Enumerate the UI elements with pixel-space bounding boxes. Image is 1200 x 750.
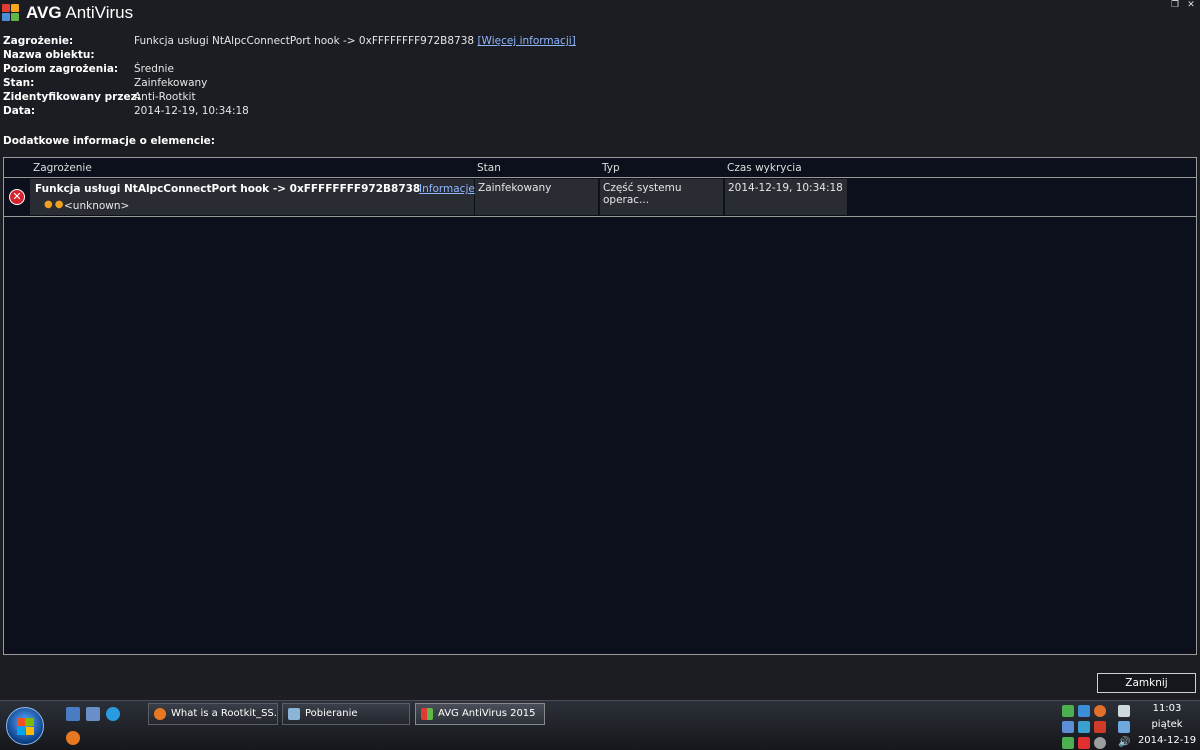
error-icon: ✕: [9, 189, 25, 205]
title-bar: AVG AntiVirus ❐ ✕: [0, 0, 1200, 30]
firefox-icon: [154, 708, 166, 720]
close-icon[interactable]: ✕: [1186, 0, 1196, 10]
firefox-icon[interactable]: [66, 731, 80, 745]
clock-day: piątek: [1151, 719, 1183, 730]
column-header-threat[interactable]: Zagrożenie: [33, 162, 92, 174]
switch-windows-icon[interactable]: [86, 707, 100, 721]
detail-label: Zagrożenie:: [3, 35, 74, 47]
cell-time: 2014-12-19, 10:34:18: [725, 179, 847, 215]
detail-value: Anti-Rootkit: [134, 91, 196, 103]
severity-dots-icon: ●●: [44, 199, 66, 210]
detail-label: Data:: [3, 105, 36, 117]
start-button[interactable]: [6, 707, 44, 745]
detail-label: Stan:: [3, 77, 35, 89]
battery-icon[interactable]: [1118, 705, 1130, 717]
column-header-type[interactable]: Typ: [602, 162, 620, 174]
column-header-time[interactable]: Czas wykrycia: [727, 162, 802, 174]
section-title: Dodatkowe informacje o elemencie:: [3, 135, 215, 147]
quick-launch: [66, 707, 126, 747]
clock[interactable]: 11:03 piątek 2014-12-19: [1136, 701, 1198, 750]
windows-logo-icon: [17, 718, 35, 736]
detail-value: 2014-12-19, 10:34:18: [134, 105, 249, 117]
tray-app-icon[interactable]: [1094, 737, 1106, 749]
column-header-status[interactable]: Stan: [477, 162, 501, 174]
threat-name: Funkcja usługi NtAlpcConnectPort hook ->…: [35, 183, 421, 195]
window-controls: ❐ ✕: [1170, 0, 1196, 12]
more-info-link[interactable]: [Więcej informacji]: [477, 35, 575, 47]
detail-label: Zidentyfikowany przez:: [3, 91, 141, 103]
cell-type: Część systemu operac...: [600, 179, 723, 215]
close-button[interactable]: Zamknij: [1097, 673, 1196, 693]
tray-app-icon[interactable]: [1094, 705, 1106, 717]
network-icon[interactable]: [1118, 721, 1130, 733]
tray-app-icon[interactable]: [1062, 705, 1074, 717]
info-link[interactable]: Informacje: [419, 183, 475, 195]
taskbar-item-downloads[interactable]: Pobieranie: [282, 703, 410, 725]
clock-date: 2014-12-19: [1137, 735, 1197, 746]
show-desktop-icon[interactable]: [66, 707, 80, 721]
internet-explorer-icon[interactable]: [106, 707, 120, 721]
cell-threat: Funkcja usługi NtAlpcConnectPort hook ->…: [30, 179, 475, 215]
tray-app-icon[interactable]: [1078, 705, 1090, 717]
avg-logo-icon: [2, 4, 24, 22]
detail-value: Zainfekowany: [134, 77, 208, 89]
object-name: <unknown>: [64, 200, 130, 212]
tray-app-icon[interactable]: [1062, 737, 1074, 749]
system-tray: 🔊: [1060, 703, 1136, 749]
tray-app-icon[interactable]: [1078, 721, 1090, 733]
downloads-icon: [288, 708, 300, 720]
tray-app-icon[interactable]: [1062, 721, 1074, 733]
detail-value: Funkcja usługi NtAlpcConnectPort hook ->…: [134, 35, 576, 47]
detail-value: Średnie: [134, 63, 174, 75]
threat-table: Zagrożenie Stan Typ Czas wykrycia ✕ Funk…: [3, 157, 1197, 655]
volume-icon[interactable]: 🔊: [1118, 737, 1130, 749]
clock-time: 11:03: [1152, 703, 1182, 714]
taskbar-item-firefox[interactable]: What is a Rootkit_SS...: [148, 703, 278, 725]
restore-icon[interactable]: ❐: [1170, 0, 1180, 10]
detail-label: Nazwa obiektu:: [3, 49, 95, 61]
app-title: AVG AntiVirus: [26, 3, 134, 22]
tray-app-icon[interactable]: [1078, 737, 1090, 749]
taskbar-item-label: What is a Rootkit_SS...: [171, 708, 278, 719]
detail-label: Poziom zagrożenia:: [3, 63, 119, 75]
taskbar-item-avg[interactable]: AVG AntiVirus 2015: [415, 703, 545, 725]
taskbar-item-label: AVG AntiVirus 2015: [438, 708, 536, 719]
cell-status: Zainfekowany: [475, 179, 598, 215]
tray-app-icon[interactable]: [1094, 721, 1106, 733]
table-row[interactable]: ✕ Funkcja usługi NtAlpcConnectPort hook …: [4, 178, 1196, 217]
taskbar: What is a Rootkit_SS... Pobieranie AVG A…: [0, 700, 1200, 750]
avg-icon: [421, 708, 433, 720]
table-header: Zagrożenie Stan Typ Czas wykrycia: [4, 158, 1196, 178]
taskbar-item-label: Pobieranie: [305, 708, 358, 719]
